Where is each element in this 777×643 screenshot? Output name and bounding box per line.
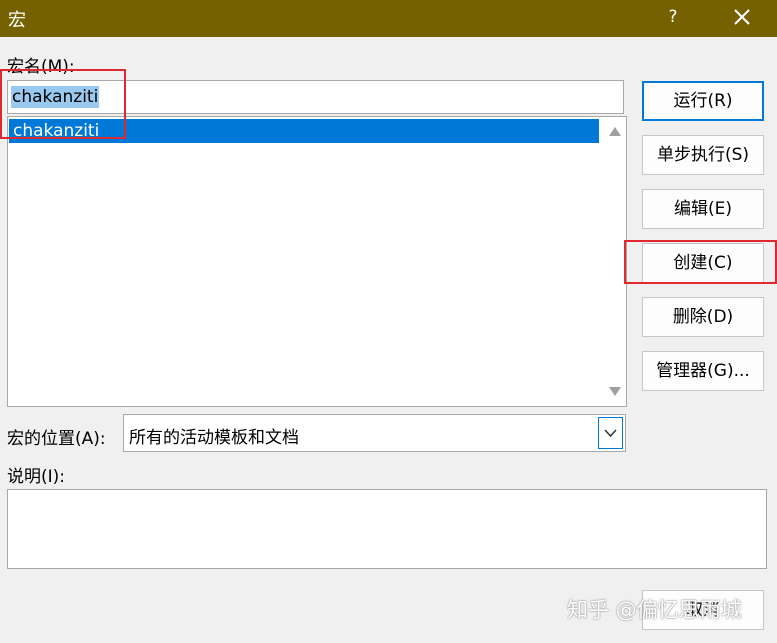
close-button[interactable] <box>726 3 758 31</box>
macro-list[interactable]: chakanziti <box>7 116 627 407</box>
chevron-down-icon <box>604 429 617 438</box>
description-label: 说明(I): <box>7 467 66 487</box>
create-button[interactable]: 创建(C) <box>642 243 764 283</box>
delete-button[interactable]: 删除(D) <box>642 297 764 337</box>
location-select[interactable]: 所有的活动模板和文档 <box>123 414 626 452</box>
window-title: 宏 <box>8 10 26 31</box>
help-button[interactable]: ? <box>660 4 686 30</box>
edit-button[interactable]: 编辑(E) <box>642 189 764 229</box>
list-item[interactable]: chakanziti <box>9 119 599 143</box>
dropdown-button[interactable] <box>598 417 623 449</box>
list-scrollbar[interactable] <box>604 117 626 406</box>
run-button[interactable]: 运行(R) <box>642 81 764 121</box>
watermark: 知乎 @偏忆思雨城 <box>567 598 742 622</box>
macro-name-label: 宏名(M): <box>7 57 75 77</box>
macro-name-value: chakanziti <box>11 86 100 108</box>
macro-name-input[interactable]: chakanziti <box>7 80 624 114</box>
step-button[interactable]: 单步执行(S) <box>642 135 764 175</box>
close-icon <box>734 9 750 25</box>
location-value: 所有的活动模板和文档 <box>129 428 299 448</box>
title-bar: 宏 ? <box>0 0 777 37</box>
arrow-up-icon[interactable] <box>609 127 621 136</box>
location-label: 宏的位置(A): <box>7 429 106 449</box>
description-box <box>7 489 767 569</box>
arrow-down-icon[interactable] <box>609 387 621 396</box>
organizer-button[interactable]: 管理器(G)... <box>642 351 764 391</box>
